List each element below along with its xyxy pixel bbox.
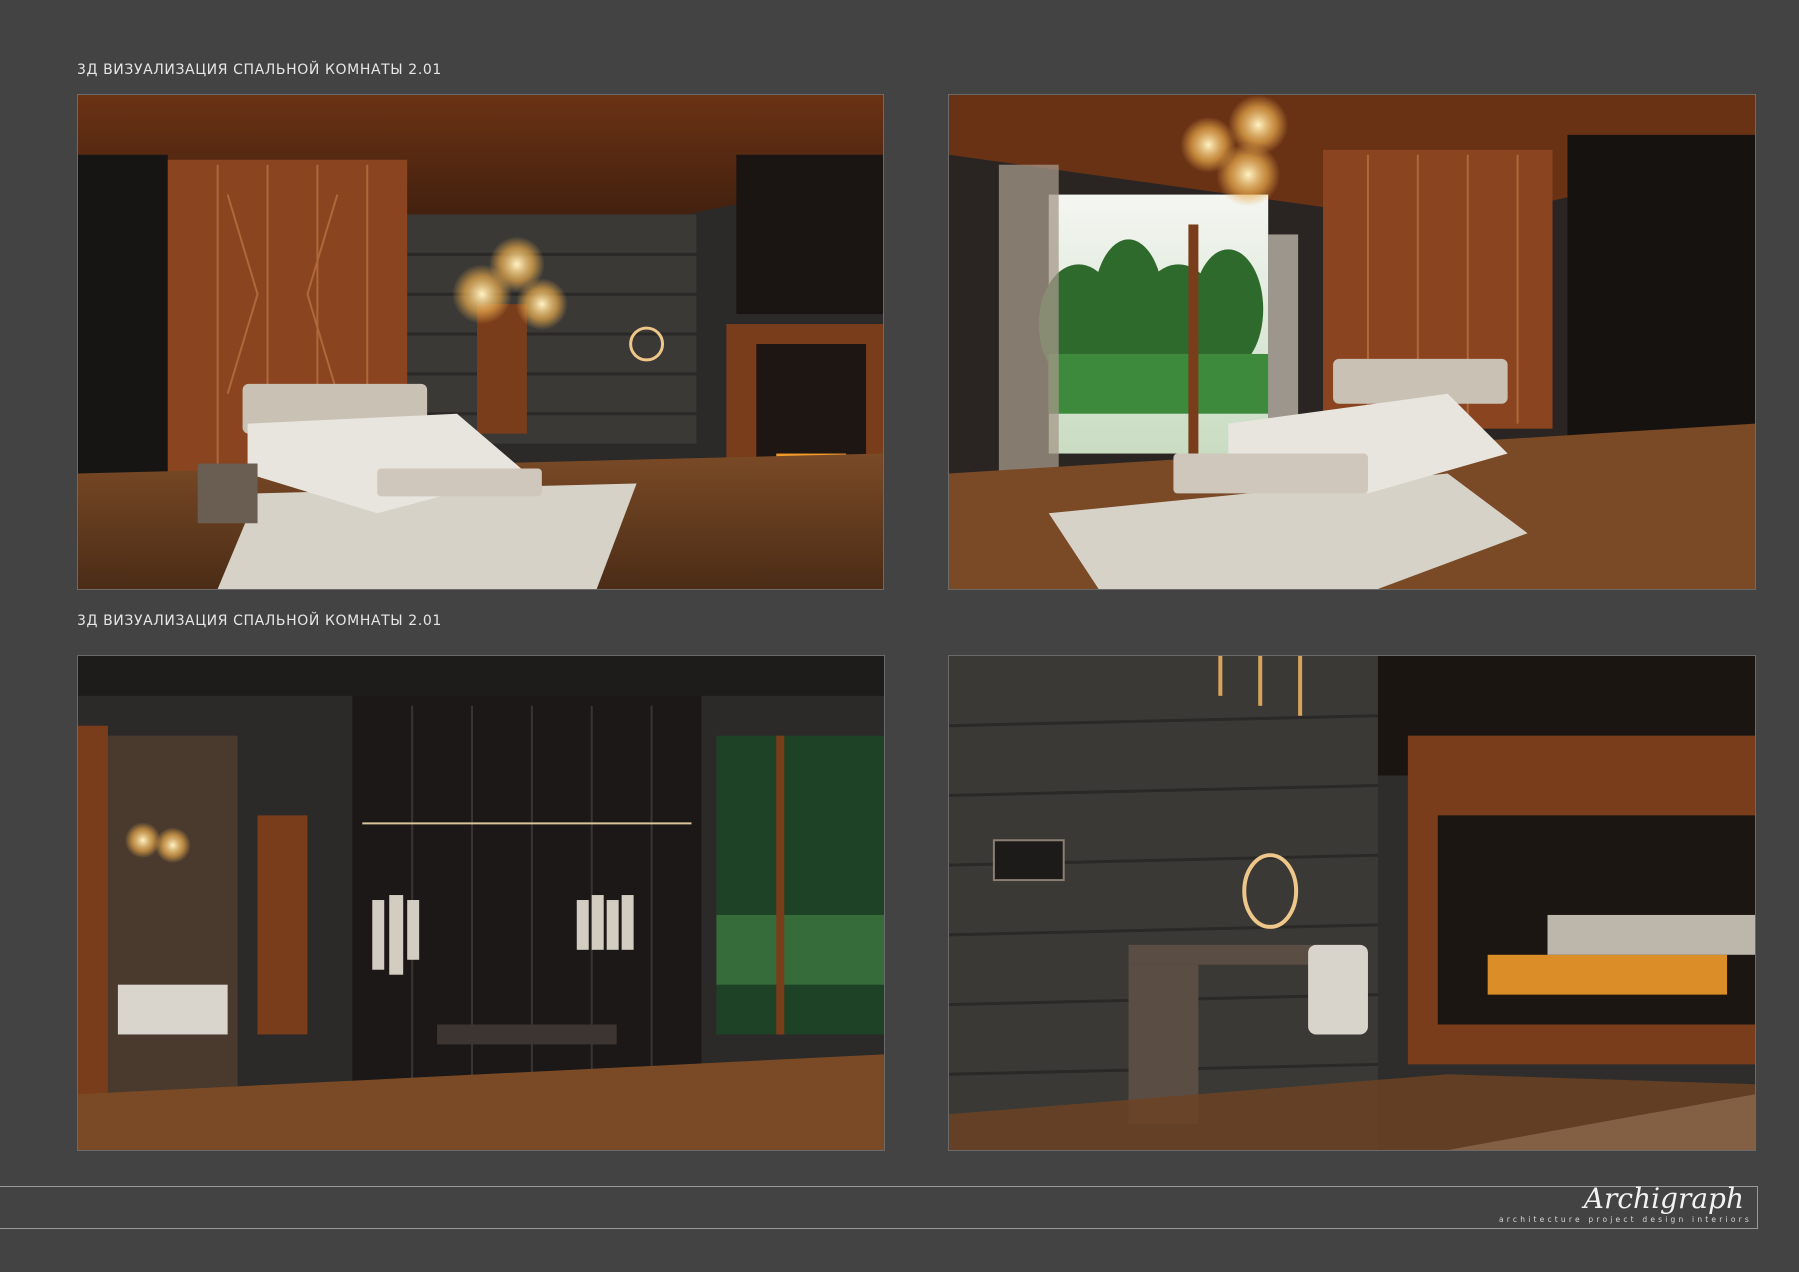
brand-logo[interactable]: Archigraph architecture project design i… bbox=[1432, 1184, 1752, 1232]
render-bedroom-wardrobe[interactable] bbox=[77, 655, 885, 1151]
logo-script: Archigraph bbox=[1583, 1182, 1744, 1215]
section-title-top: 3Д ВИЗУАЛИЗАЦИЯ СПАЛЬНОЙ КОМНАТЫ 2.01 bbox=[77, 62, 442, 78]
render-bedroom-balcony[interactable] bbox=[948, 94, 1756, 590]
section-title-bottom: 3Д ВИЗУАЛИЗАЦИЯ СПАЛЬНОЙ КОМНАТЫ 2.01 bbox=[77, 613, 442, 629]
render-image bbox=[949, 656, 1755, 1150]
render-image bbox=[949, 95, 1755, 589]
render-image bbox=[78, 95, 883, 589]
logo-tagline: architecture project design interiors bbox=[1499, 1215, 1752, 1224]
render-bedroom-vanity-fireplace[interactable] bbox=[948, 655, 1756, 1151]
render-bedroom-bed-fireplace[interactable] bbox=[77, 94, 884, 590]
render-image bbox=[78, 656, 884, 1150]
